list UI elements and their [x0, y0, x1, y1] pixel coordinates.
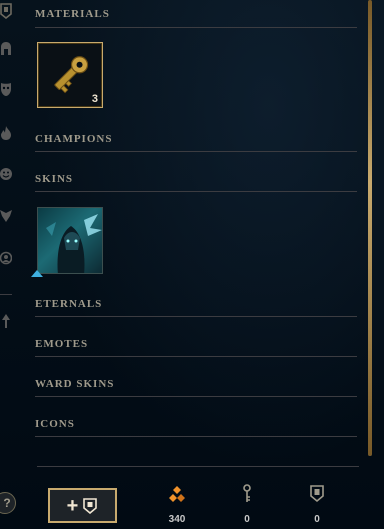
scrollbar-thumb[interactable] — [368, 0, 372, 456]
plus-icon: + — [66, 494, 79, 517]
chest-icon — [83, 497, 98, 514]
skin-shard-tile[interactable] — [37, 207, 103, 274]
section-title-ward-skins[interactable]: WARD SKINS — [35, 378, 357, 390]
chest-filter-icon[interactable] — [0, 2, 14, 20]
key-fragment-tile[interactable]: 3 — [37, 42, 103, 108]
section-title-materials[interactable]: MATERIALS — [35, 8, 357, 20]
skin-portrait-image — [46, 214, 102, 273]
section-divider — [35, 27, 357, 28]
champion-helmet-icon[interactable] — [0, 40, 14, 58]
section-title-skins[interactable]: SKINS — [35, 173, 357, 185]
add-chest-button[interactable]: + — [48, 488, 117, 523]
emote-face-icon[interactable] — [0, 165, 14, 183]
section-title-icons[interactable]: ICONS — [35, 418, 357, 430]
eternals-flame-icon[interactable] — [0, 124, 14, 142]
section-title-champions[interactable]: CHAMPIONS — [35, 133, 357, 145]
section-divider — [35, 356, 357, 357]
crafting-arrow-icon[interactable] — [0, 312, 14, 330]
section-title-emotes[interactable]: EMOTES — [35, 338, 357, 350]
skin-mask-icon[interactable] — [0, 80, 14, 98]
section-divider — [35, 436, 357, 437]
orange-essence-icon — [169, 486, 185, 502]
section-divider — [35, 191, 357, 192]
rail-divider — [0, 294, 12, 295]
chest-counter: 0 — [297, 484, 337, 525]
section-title-eternals[interactable]: ETERNALS — [35, 298, 357, 310]
key-icon — [243, 484, 251, 502]
orange-essence-value: 340 — [168, 514, 186, 525]
chest-value: 0 — [314, 514, 320, 525]
chest-icon — [310, 485, 324, 503]
item-count: 3 — [91, 93, 98, 105]
summoner-icon-face-icon[interactable] — [0, 249, 14, 267]
key-counter: 0 — [227, 484, 267, 525]
skin-rarity-marker — [31, 270, 43, 277]
section-divider — [35, 316, 357, 317]
ward-icon[interactable] — [0, 206, 14, 224]
key-value: 0 — [244, 514, 250, 525]
help-label: ? — [3, 496, 11, 510]
footer-divider — [37, 466, 359, 467]
loot-filter-rail — [0, 0, 14, 529]
section-divider — [35, 151, 357, 152]
section-divider — [35, 396, 357, 397]
orange-essence-counter: 340 — [157, 484, 197, 525]
